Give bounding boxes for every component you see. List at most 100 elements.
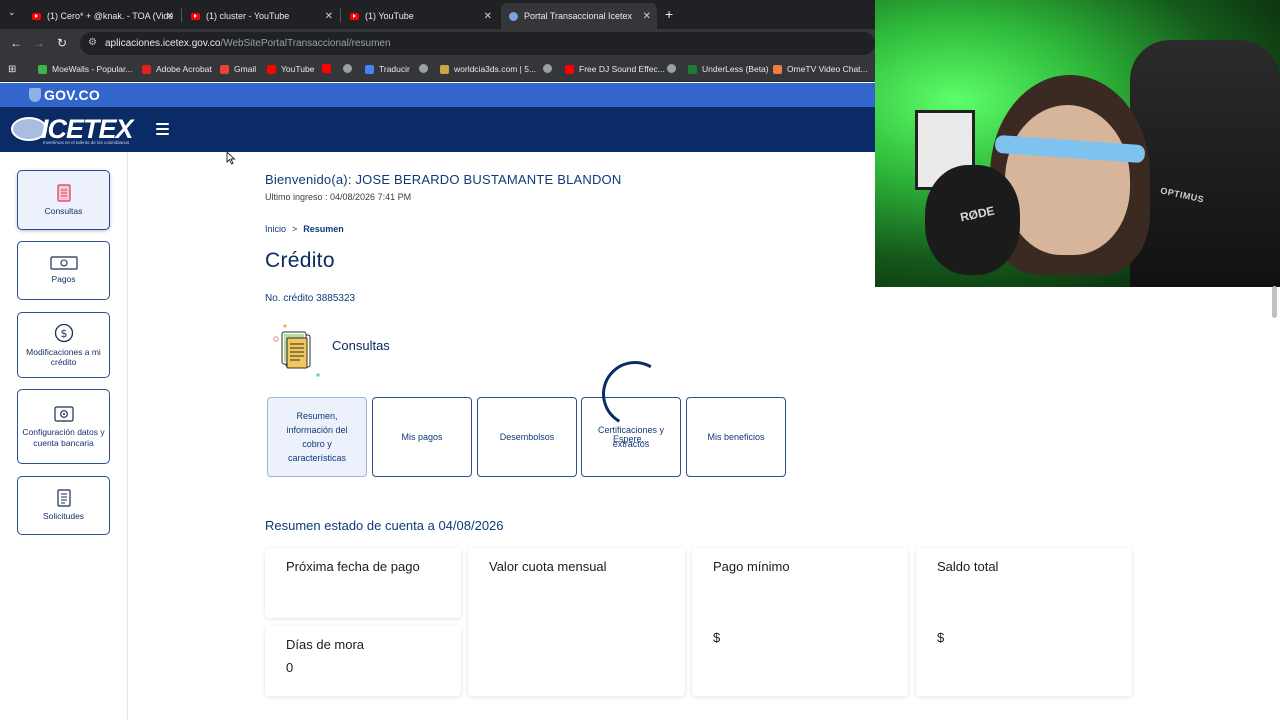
youtube-icon — [267, 64, 276, 74]
browser-tab-3[interactable]: (1) YouTube ✕ — [342, 3, 498, 29]
bookmark-globe[interactable] — [343, 64, 357, 73]
welcome-message: Bienvenido(a): JOSE BERARDO BUSTAMANTE B… — [265, 172, 622, 187]
icetex-logo[interactable]: ICETEX Invertimos en el talento de los c… — [11, 114, 151, 145]
consultas-document-icon — [273, 324, 320, 377]
card-label: Días de mora — [286, 637, 365, 652]
ometv-icon — [773, 64, 782, 74]
card-value: $ — [713, 630, 721, 645]
youtube-icon — [350, 12, 359, 20]
resumen-button[interactable]: Resumen, información del cobro y caracte… — [267, 397, 367, 477]
summary-title: Resumen estado de cuenta a 04/08/2026 — [265, 518, 504, 533]
gmail-icon — [220, 64, 229, 74]
url-domain: aplicaciones.icetex.gov.co — [105, 38, 221, 49]
bookmark-globe-4[interactable] — [667, 64, 681, 73]
sidebar-item-solicitudes[interactable]: Solicitudes — [17, 476, 110, 535]
tab-title: (1) cluster - YouTube — [206, 11, 290, 21]
desembolsos-button[interactable]: Desembolsos — [477, 397, 577, 477]
gov-bar: GOV.CO — [0, 83, 875, 107]
bookmarks-bar: ⊞ MoeWalls - Popular... Adobe Acrobat Gm… — [0, 58, 875, 82]
globe-icon — [667, 64, 676, 73]
bookmark-moewalls[interactable]: MoeWalls - Popular... — [38, 64, 132, 74]
logo-tagline: Invertimos en el talento de los colombia… — [43, 140, 130, 145]
bookmark-underless[interactable]: UnderLess (Beta) — [688, 64, 769, 74]
sidebar-item-label: Consultas — [44, 205, 83, 216]
last-login: Ultimo ingreso : 04/08/2026 7:41 PM — [265, 192, 412, 202]
youtube-icon — [191, 12, 200, 20]
back-icon[interactable]: ← — [10, 36, 22, 50]
sidebar-item-label: Solicitudes — [42, 511, 85, 522]
sidebar-item-modificaciones[interactable]: $ Modificaciones a mi crédito — [17, 312, 110, 378]
sidebar-item-pagos[interactable]: Pagos — [17, 241, 110, 300]
money-icon — [49, 256, 78, 270]
minimum-payment-card: Pago mínimo $ — [692, 548, 908, 696]
new-tab-icon[interactable]: + — [665, 6, 673, 22]
bookmark-worldcia[interactable]: worldcia3ds.com | 5... — [440, 64, 536, 74]
page-title: Crédito — [265, 249, 335, 272]
forward-icon[interactable]: → — [33, 36, 45, 50]
close-icon[interactable]: ✕ — [484, 11, 492, 22]
bookmark-traducir[interactable]: Traducir — [365, 64, 410, 74]
monthly-payment-card: Valor cuota mensual — [468, 548, 685, 696]
globe-icon — [343, 64, 352, 73]
url-path: /WebSitePortalTransaccional/resumen — [220, 38, 391, 49]
settings-card-icon — [53, 406, 74, 422]
address-bar: ← → ↻ ⚙ aplicaciones.icetex.gov.co/WebSi… — [0, 29, 875, 58]
sidebar-item-label: Modificaciones a mi crédito — [26, 346, 101, 368]
bookmark-youtube-2[interactable] — [322, 64, 336, 73]
reload-icon[interactable]: ↻ — [57, 36, 67, 50]
adobe-icon — [142, 64, 151, 74]
person-face — [1005, 105, 1130, 255]
breadcrumb-separator: > — [292, 224, 298, 234]
govco-logo[interactable]: GOV.CO — [29, 87, 100, 103]
tab-title: (1) Cero* + @knak. - TOA (Vide — [47, 11, 174, 21]
mis-pagos-button[interactable]: Mis pagos — [372, 397, 472, 477]
tab-title: (1) YouTube — [365, 11, 414, 21]
bookmark-globe-2[interactable] — [419, 64, 433, 73]
browser-tab-1[interactable]: (1) Cero* + @knak. - TOA (Vide ✕ — [24, 3, 180, 29]
browser-tab-4[interactable]: Portal Transaccional Icetex ✕ — [501, 3, 657, 29]
sidebar-item-configuracion[interactable]: Configuración datos y cuenta bancaria — [17, 389, 110, 464]
close-icon[interactable]: ✕ — [166, 11, 174, 22]
sidebar-item-label: Pagos — [51, 274, 76, 285]
apps-grid-icon[interactable]: ⊞ — [8, 64, 16, 75]
bookmark-freedj[interactable]: Free DJ Sound Effec... — [565, 64, 665, 74]
total-balance-card: Saldo total $ — [916, 548, 1132, 696]
bookmark-youtube[interactable]: YouTube — [267, 64, 314, 74]
translate-icon — [365, 64, 374, 74]
mouse-cursor-icon — [226, 151, 236, 165]
svg-text:$: $ — [60, 327, 67, 340]
site-info-icon[interactable]: ⚙ — [88, 37, 97, 48]
breadcrumb: Inicio > Resumen — [265, 224, 344, 234]
sidebar-item-label: Configuración datos y cuenta bancaria — [22, 427, 105, 448]
bookmark-gmail[interactable]: Gmail — [220, 64, 256, 74]
loading-text: Espere... — [612, 434, 650, 444]
hamburger-menu-icon[interactable] — [156, 123, 169, 138]
bookmark-adobe[interactable]: Adobe Acrobat — [142, 64, 212, 74]
browser-tab-bar: ⌄ (1) Cero* + @knak. - TOA (Vide ✕ (1) c… — [0, 0, 875, 29]
globe-icon — [543, 64, 552, 73]
breadcrumb-home-link[interactable]: Inicio — [265, 224, 286, 234]
url-input[interactable]: ⚙ aplicaciones.icetex.gov.co/WebSitePort… — [80, 32, 875, 55]
close-icon[interactable]: ✕ — [643, 11, 651, 22]
card-label: Saldo total — [937, 559, 999, 574]
sidebar-item-consultas[interactable]: Consultas — [17, 170, 110, 230]
bookmark-globe-3[interactable] — [543, 64, 557, 73]
section-title: Consultas — [332, 338, 390, 353]
scrollbar[interactable] — [1272, 286, 1277, 318]
worldcia-icon — [440, 64, 449, 74]
browser-tab-2[interactable]: (1) cluster - YouTube ✕ — [183, 3, 339, 29]
webcam-overlay: RØDE OPTIMUS — [875, 0, 1280, 287]
globe-icon — [419, 64, 428, 73]
card-label: Pago mínimo — [713, 559, 790, 574]
youtube-icon — [565, 64, 574, 74]
mis-beneficios-button[interactable]: Mis beneficios — [686, 397, 786, 477]
close-icon[interactable]: ✕ — [325, 11, 333, 22]
bookmark-ometv[interactable]: OmeTV Video Chat... — [773, 64, 868, 74]
tab-search-icon[interactable]: ⌄ — [8, 7, 16, 18]
gaming-chair — [1130, 40, 1280, 287]
tab-title: Portal Transaccional Icetex — [524, 11, 633, 21]
shield-icon — [29, 88, 41, 102]
breadcrumb-current: Resumen — [303, 224, 344, 234]
card-value: 0 — [286, 660, 294, 675]
next-payment-card: Próxima fecha de pago — [265, 548, 461, 618]
